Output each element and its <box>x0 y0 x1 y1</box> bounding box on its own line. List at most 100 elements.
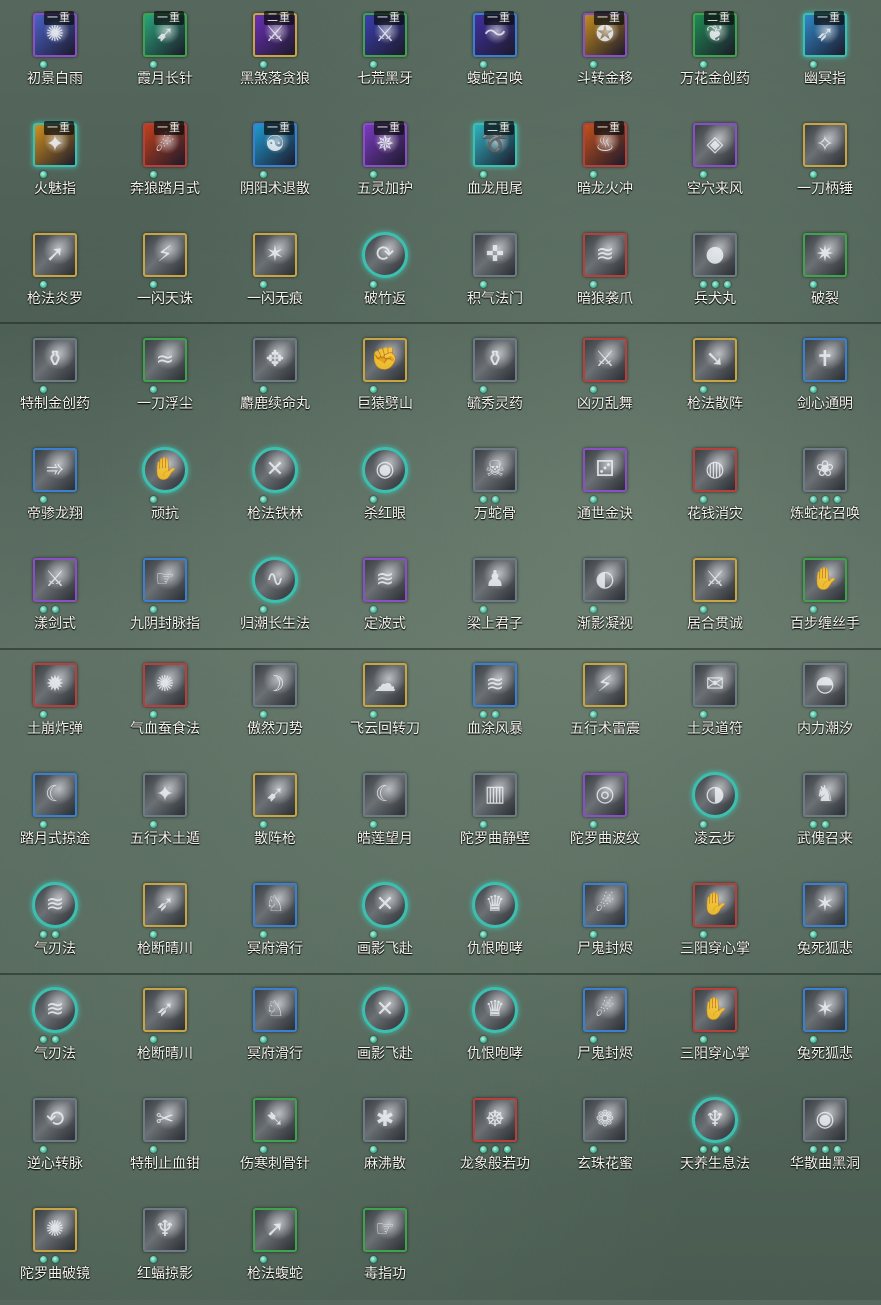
skill-slot[interactable]: ✋ 百步缠丝手 <box>770 545 880 655</box>
skill-icon-frame[interactable]: ✜ <box>473 233 517 277</box>
skill-icon-frame[interactable]: ✺ <box>143 663 187 707</box>
skill-slot[interactable]: ◉ 华散曲黑洞 <box>770 1085 880 1195</box>
skill-slot[interactable]: ◉ 杀红眼 <box>330 435 440 545</box>
skill-slot[interactable]: ✋ 三阳穿心掌 <box>660 975 770 1085</box>
skill-icon-frame[interactable]: ▥ <box>473 773 517 817</box>
skill-slot[interactable]: ✝ 剑心通明 <box>770 325 880 435</box>
skill-slot[interactable]: ≋ 定波式 <box>330 545 440 655</box>
skill-icon-frame[interactable]: ✋ <box>693 988 737 1032</box>
skill-icon-frame[interactable]: ✉ <box>693 663 737 707</box>
skill-icon-frame[interactable]: ♛ <box>472 987 518 1033</box>
skill-slot[interactable]: ♘ 冥府滑行 <box>220 975 330 1085</box>
skill-slot[interactable]: ✺ 一重 初景白雨 <box>0 0 110 110</box>
skill-slot[interactable]: ✪ 一重 斗转金移 <box>550 0 660 110</box>
skill-slot[interactable]: ≋ 血涂风暴 <box>440 650 550 760</box>
skill-slot[interactable]: ♛ 仇恨咆哮 <box>440 870 550 980</box>
skill-slot[interactable]: ◍ 花钱消灾 <box>660 435 770 545</box>
skill-slot[interactable]: ➶ 一重 幽冥指 <box>770 0 880 110</box>
skill-icon-frame[interactable]: ⚔ <box>693 558 737 602</box>
skill-icon-frame[interactable]: ◈ <box>693 123 737 167</box>
skill-slot[interactable]: ☾ 皓莲望月 <box>330 760 440 870</box>
skill-slot[interactable]: ≋ 气刃法 <box>0 870 110 980</box>
skill-icon-frame[interactable]: ◉ <box>362 447 408 493</box>
skill-icon-frame[interactable]: ⚱ <box>33 338 77 382</box>
skill-icon-frame[interactable]: ✕ <box>362 987 408 1033</box>
skill-icon-frame[interactable]: ✊ <box>363 338 407 382</box>
skill-slot[interactable]: ✋ 顽抗 <box>110 435 220 545</box>
skill-slot[interactable]: ◎ 陀罗曲波纹 <box>550 760 660 870</box>
skill-slot[interactable]: ➰ 二重 血龙甩尾 <box>440 110 550 220</box>
skill-slot[interactable]: ✋ 三阳穿心掌 <box>660 870 770 980</box>
skill-icon-frame[interactable]: ⟲ <box>33 1098 77 1142</box>
skill-icon-frame[interactable]: ◐ <box>583 558 627 602</box>
skill-icon-frame[interactable]: ➹ <box>253 773 297 817</box>
skill-icon-frame[interactable]: ☁ <box>363 663 407 707</box>
skill-slot[interactable]: ✊ 巨猿劈山 <box>330 325 440 435</box>
skill-slot[interactable]: ≈ 一刀浮尘 <box>110 325 220 435</box>
skill-icon-frame[interactable]: ⚡ <box>143 233 187 277</box>
skill-icon-frame[interactable]: ✕ <box>252 447 298 493</box>
skill-icon-frame[interactable]: ⚡ <box>583 663 627 707</box>
skill-slot[interactable]: ☞ 毒指功 <box>330 1195 440 1305</box>
skill-slot[interactable]: ✦ 五行术土遁 <box>110 760 220 870</box>
skill-slot[interactable]: ⚡ 五行术雷震 <box>550 650 660 760</box>
skill-slot[interactable]: ⚔ 一重 七荒黑牙 <box>330 0 440 110</box>
skill-icon-frame[interactable]: ☞ <box>143 558 187 602</box>
skill-icon-frame[interactable]: ✋ <box>693 883 737 927</box>
skill-slot[interactable]: ☞ 九阴封脉指 <box>110 545 220 655</box>
skill-icon-frame[interactable]: ♘ <box>253 988 297 1032</box>
skill-icon-frame[interactable]: ✝ <box>803 338 847 382</box>
skill-icon-frame[interactable]: ◉ <box>803 1098 847 1142</box>
skill-slot[interactable]: ✦ 一重 火魅指 <box>0 110 110 220</box>
skill-icon-frame[interactable]: ≋ <box>32 882 78 928</box>
skill-slot[interactable]: ∿ 归潮长生法 <box>220 545 330 655</box>
skill-slot[interactable]: ✂ 特制止血钳 <box>110 1085 220 1195</box>
skill-icon-frame[interactable]: ➶ <box>143 883 187 927</box>
skill-icon-frame[interactable]: ✶ <box>253 233 297 277</box>
skill-slot[interactable]: ◐ 渐影凝视 <box>550 545 660 655</box>
skill-icon-frame[interactable]: ✋ <box>142 447 188 493</box>
skill-icon-frame[interactable]: ❁ <box>583 1098 627 1142</box>
skill-slot[interactable]: ☁ 飞云回转刀 <box>330 650 440 760</box>
skill-slot[interactable]: ✕ 画影飞赴 <box>330 870 440 980</box>
skill-icon-frame[interactable]: ✥ <box>253 338 297 382</box>
skill-slot[interactable]: ◓ 内力潮汐 <box>770 650 880 760</box>
skill-slot[interactable]: ⚂ 通世金诀 <box>550 435 660 545</box>
skill-icon-frame[interactable]: ✦ <box>143 773 187 817</box>
skill-icon-frame[interactable]: ♘ <box>253 883 297 927</box>
skill-slot[interactable]: ☸ 龙象般若功 <box>440 1085 550 1195</box>
skill-icon-frame[interactable]: ⚔ <box>583 338 627 382</box>
skill-icon-frame[interactable]: ≈ <box>143 338 187 382</box>
skill-icon-frame[interactable]: ◓ <box>803 663 847 707</box>
skill-icon-frame[interactable]: ≋ <box>32 987 78 1033</box>
skill-slot[interactable]: ➹ 散阵枪 <box>220 760 330 870</box>
skill-slot[interactable]: ➹ 一重 霞月长针 <box>110 0 220 110</box>
skill-slot[interactable]: ≋ 气刃法 <box>0 975 110 1085</box>
skill-slot[interactable]: ✺ 气血蚕食法 <box>110 650 220 760</box>
skill-slot[interactable]: ▥ 陀罗曲静壁 <box>440 760 550 870</box>
skill-slot[interactable]: ✕ 枪法铁林 <box>220 435 330 545</box>
skill-icon-frame[interactable]: ◎ <box>583 773 627 817</box>
skill-slot[interactable]: ❦ 二重 万花金创药 <box>660 0 770 110</box>
skill-slot[interactable]: ⟳ 破竹返 <box>330 220 440 330</box>
skill-slot[interactable]: ◑ 凌云步 <box>660 760 770 870</box>
skill-icon-frame[interactable]: ♆ <box>143 1208 187 1252</box>
skill-icon-frame[interactable]: ➾ <box>33 448 77 492</box>
skill-icon-frame[interactable]: ◍ <box>693 448 737 492</box>
skill-slot[interactable]: ● 兵犬丸 <box>660 220 770 330</box>
skill-slot[interactable]: ➶ 枪断晴川 <box>110 870 220 980</box>
skill-slot[interactable]: ✧ 一刀柄锤 <box>770 110 880 220</box>
skill-slot[interactable]: ☾ 踏月式掠途 <box>0 760 110 870</box>
skill-icon-frame[interactable]: ☄ <box>583 883 627 927</box>
skill-slot[interactable]: ✱ 麻沸散 <box>330 1085 440 1195</box>
skill-slot[interactable]: ☄ 一重 奔狼踏月式 <box>110 110 220 220</box>
skill-slot[interactable]: 〜一重 蝮蛇召唤 <box>440 0 550 110</box>
skill-icon-frame[interactable]: ➘ <box>693 338 737 382</box>
skill-icon-frame[interactable]: ☽ <box>253 663 297 707</box>
skill-icon-frame[interactable]: ⟳ <box>362 232 408 278</box>
skill-slot[interactable]: ☽ 傲然刀势 <box>220 650 330 760</box>
skill-icon-frame[interactable]: ✷ <box>803 233 847 277</box>
skill-slot[interactable]: ⚡ 一闪天诛 <box>110 220 220 330</box>
skill-slot[interactable]: ♛ 仇恨咆哮 <box>440 975 550 1085</box>
skill-slot[interactable]: ☠ 万蛇骨 <box>440 435 550 545</box>
